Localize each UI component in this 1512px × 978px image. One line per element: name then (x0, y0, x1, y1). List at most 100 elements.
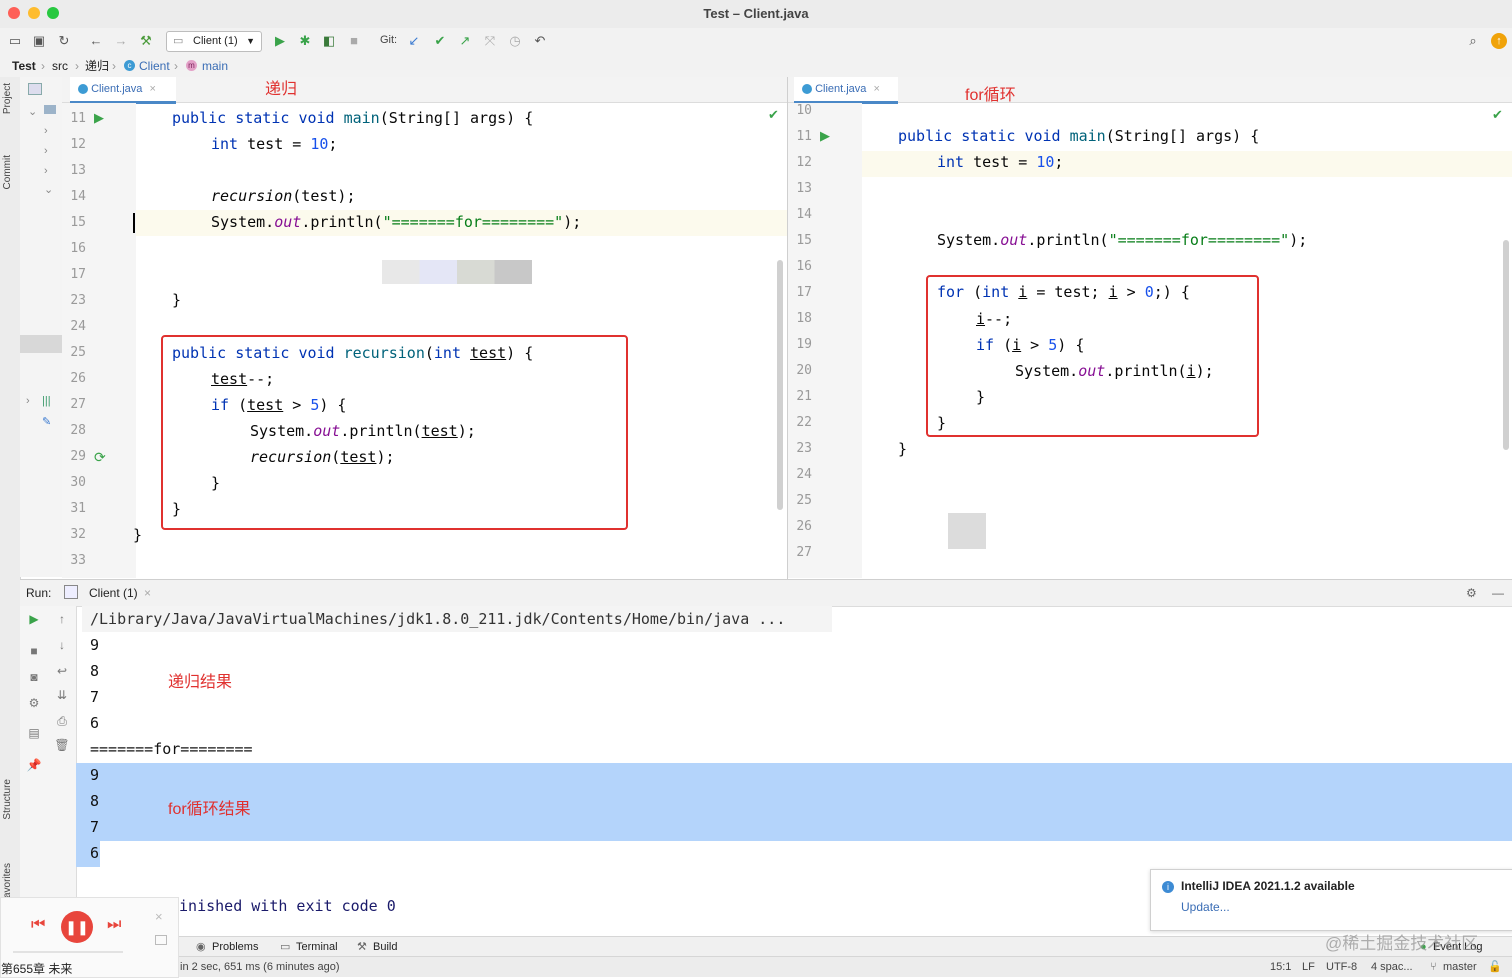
soft-wrap-icon[interactable]: ↩ (53, 662, 71, 680)
line-number: 11 (796, 129, 812, 144)
selected-output-region (76, 763, 1512, 841)
file-encoding[interactable]: UTF-8 (1326, 957, 1357, 977)
down-arrow-icon[interactable]: ↓ (53, 636, 71, 654)
terminal-tab[interactable]: Terminal (296, 937, 338, 957)
run-gutter-icon[interactable]: ▶ (820, 128, 830, 144)
playback-progress[interactable] (13, 951, 123, 953)
chevron-right-icon[interactable]: › (26, 395, 30, 407)
caret-position[interactable]: 15:1 (1270, 957, 1291, 977)
git-rollback-icon[interactable]: ↶ (531, 32, 549, 50)
line-number: 13 (796, 181, 812, 196)
project-panel-collapsed: ⌄ › › › ⌄ › ||| ✎ (20, 77, 63, 577)
expand-icon[interactable] (155, 935, 167, 945)
print-icon[interactable]: ⎙ (53, 712, 71, 730)
next-track-icon[interactable]: ⏭ (107, 916, 121, 934)
run-toolbar: ▶ ↑ ■ ↓ ◙ ↩ ⚙ ⇊ ⎙ ▤ 🗑 📌 (20, 606, 77, 936)
git-merge-icon[interactable]: ⤧ (481, 32, 499, 50)
up-arrow-icon[interactable]: ↑ (53, 610, 71, 628)
method-icon: m (186, 60, 197, 71)
previous-track-icon[interactable]: ⏮ (31, 916, 45, 934)
crumb-method[interactable]: main (202, 55, 228, 77)
stop-icon[interactable]: ■ (25, 642, 43, 660)
close-icon[interactable]: × (873, 83, 879, 95)
crumb-src[interactable]: src (52, 55, 68, 77)
main-toolbar: ▭ ▣ ↻ ← → ⚒ ▭ Client (1) ▼ ▶ ✱ ◧ ■ Git: … (0, 28, 1512, 56)
git-commit-icon[interactable]: ✔ (431, 32, 449, 50)
chevron-right-icon[interactable]: › (44, 165, 48, 177)
line-number: 27 (70, 397, 86, 412)
debug-icon[interactable]: ✱ (296, 32, 314, 50)
line-number: 14 (796, 207, 812, 222)
layout-icon[interactable]: ▤ (25, 724, 43, 742)
run-icon[interactable]: ▶ (271, 32, 289, 50)
chevron-right-icon[interactable]: › (44, 125, 48, 137)
notification-title: IntelliJ IDEA 2021.1.2 available (1181, 879, 1355, 893)
trash-icon[interactable]: 🗑 (53, 736, 71, 754)
project-tool-tab[interactable]: Project (2, 83, 13, 114)
forward-icon[interactable]: → (112, 32, 130, 50)
chevron-right-icon[interactable]: › (44, 145, 48, 157)
crumb-class[interactable]: Client (139, 55, 170, 77)
code-line: int test = 10; (211, 135, 338, 153)
git-update-icon[interactable]: ↙ (405, 32, 423, 50)
line-number: 16 (796, 259, 812, 274)
run-gutter-icon[interactable]: ▶ (94, 110, 104, 126)
stop-icon[interactable]: ■ (345, 32, 363, 50)
line-number: 23 (796, 441, 812, 456)
chevron-down-icon[interactable]: ⌄ (28, 105, 37, 118)
update-icon[interactable]: ↑ (1491, 33, 1507, 49)
run-tab-client[interactable]: Client (1) (89, 580, 138, 606)
editor-scrollbar[interactable] (777, 260, 783, 510)
tab-client-java[interactable]: Client.java × (70, 77, 176, 104)
line-number: 16 (70, 241, 86, 256)
indent-setting[interactable]: 4 spac... (1371, 957, 1413, 977)
code-line: int test = 10; (937, 153, 1064, 171)
open-folder-icon[interactable]: ▭ (6, 32, 24, 50)
close-icon[interactable]: × (149, 83, 155, 95)
commit-tool-tab[interactable]: Commit (2, 155, 13, 189)
crumb-project[interactable]: Test (12, 55, 36, 77)
update-notification[interactable]: i IntelliJ IDEA 2021.1.2 available Updat… (1150, 869, 1512, 931)
run-configuration-select[interactable]: ▭ Client (1) ▼ (166, 31, 262, 52)
output-line: 7 (90, 818, 100, 836)
git-branch[interactable]: master (1443, 957, 1477, 977)
sync-icon[interactable]: ↻ (55, 32, 73, 50)
gear-icon[interactable]: ⚙ (1466, 580, 1477, 606)
scroll-to-end-icon[interactable]: ⇊ (53, 686, 71, 704)
chevron-down-icon[interactable]: ⌄ (44, 183, 53, 196)
git-history-icon[interactable]: ◷ (506, 32, 524, 50)
selected-tree-row[interactable] (20, 335, 62, 353)
crumb-package[interactable]: 递归 (85, 55, 109, 77)
coverage-icon[interactable]: ◧ (320, 32, 338, 50)
search-icon[interactable]: ⌕ (1464, 32, 1482, 50)
settings-icon[interactable]: ⚙ (25, 694, 43, 712)
build-status-message[interactable]: in 2 sec, 651 ms (6 minutes ago) (180, 957, 340, 977)
line-number: 25 (70, 345, 86, 360)
folder-icon[interactable] (28, 83, 42, 95)
pin-icon[interactable]: 📌 (25, 756, 43, 774)
rerun-icon[interactable]: ▶ (25, 610, 43, 628)
structure-tool-tab[interactable]: Structure (2, 779, 13, 820)
code-line: } (133, 526, 143, 544)
tab-client-java[interactable]: Client.java × (794, 77, 898, 104)
close-icon[interactable]: × (155, 909, 163, 924)
line-separator[interactable]: LF (1302, 957, 1315, 977)
problems-tab[interactable]: Problems (212, 937, 258, 957)
close-icon[interactable]: × (144, 580, 151, 606)
build-hammer-icon[interactable]: ⚒ (137, 32, 155, 50)
line-number: 24 (70, 319, 86, 334)
update-link[interactable]: Update... (1181, 900, 1230, 914)
git-push-icon[interactable]: ↗ (456, 32, 474, 50)
output-line: 6 (90, 714, 100, 732)
editor-scrollbar[interactable] (1503, 240, 1509, 450)
line-number: 17 (70, 267, 86, 282)
pause-button[interactable]: ❚❚ (61, 911, 93, 943)
back-icon[interactable]: ← (87, 32, 105, 50)
save-icon[interactable]: ▣ (30, 32, 48, 50)
line-number: 13 (70, 163, 86, 178)
hide-panel-icon[interactable]: — (1492, 580, 1504, 606)
build-tab[interactable]: Build (373, 937, 397, 957)
status-bar: in 2 sec, 651 ms (6 minutes ago) 15:1 LF… (0, 956, 1512, 977)
lock-icon[interactable]: 🔓 (1488, 957, 1502, 977)
camera-icon[interactable]: ◙ (25, 668, 43, 686)
